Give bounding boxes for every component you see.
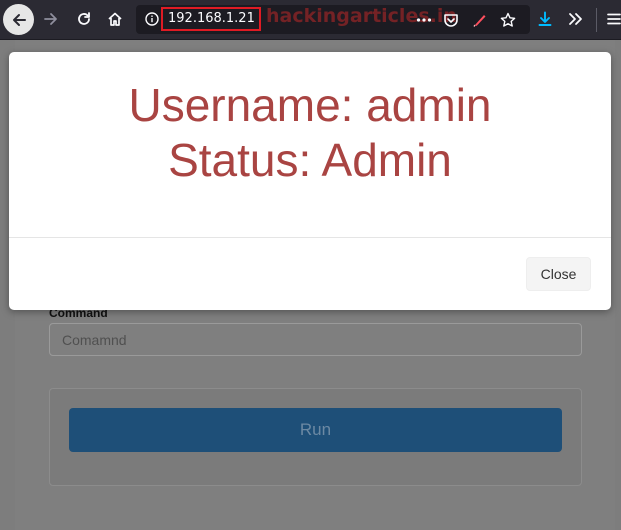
url-bar[interactable]: hackingarticles.in 192.168.1.21 [136, 5, 530, 34]
modal-body: Username: admin Status: Admin [9, 52, 611, 237]
command-input[interactable] [49, 323, 582, 356]
more-horizontal-icon[interactable] [414, 10, 434, 30]
reload-button[interactable] [70, 5, 98, 33]
star-icon[interactable] [498, 10, 518, 30]
download-button[interactable] [531, 5, 559, 33]
pocket-icon[interactable] [441, 10, 461, 30]
chevron-double-right-icon [569, 13, 582, 25]
home-button[interactable] [101, 5, 129, 33]
back-button[interactable] [3, 4, 34, 35]
arrow-left-icon [12, 13, 26, 26]
menu-button[interactable] [600, 5, 621, 33]
toolbar-separator [596, 8, 597, 32]
result-modal: Username: admin Status: Admin Close [9, 52, 611, 310]
status-text: Status: Admin [168, 134, 452, 186]
arrow-right-icon [44, 13, 57, 25]
pen-icon[interactable] [470, 10, 490, 30]
modal-divider [9, 237, 611, 238]
reload-icon [78, 12, 90, 25]
browser-toolbar: hackingarticles.in 192.168.1.21 [0, 0, 621, 40]
close-button[interactable]: Close [526, 257, 591, 291]
info-icon[interactable] [144, 11, 160, 27]
overflow-button[interactable] [561, 5, 589, 33]
hamburger-menu-icon [607, 13, 621, 25]
download-icon [538, 11, 552, 26]
home-icon [108, 12, 122, 26]
url-text[interactable]: 192.168.1.21 [168, 11, 255, 26]
run-button[interactable]: Run [69, 408, 562, 452]
username-text: Username: admin [128, 79, 492, 131]
forward-button[interactable] [37, 5, 65, 33]
